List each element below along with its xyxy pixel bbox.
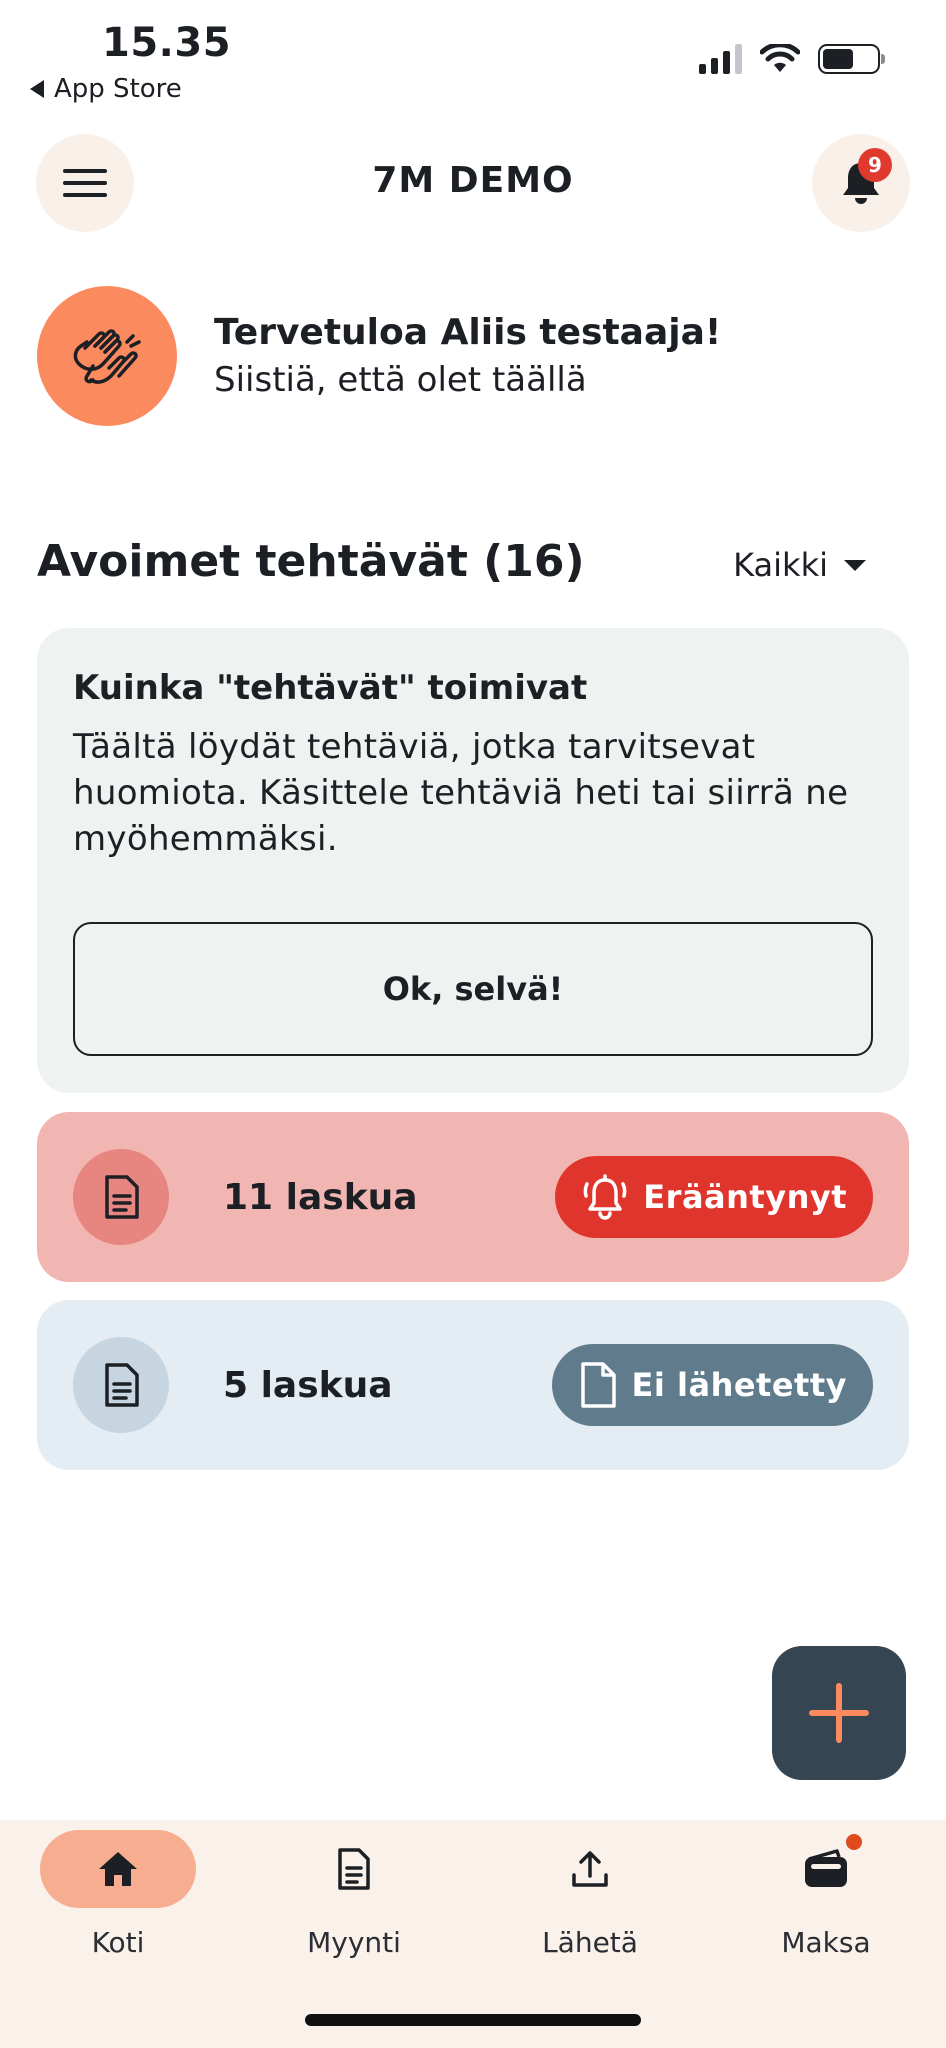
back-to-app-store[interactable]: App Store	[30, 74, 182, 104]
home-icon	[99, 1852, 137, 1886]
document-icon	[338, 1848, 370, 1890]
tasks-info-card: Kuinka "tehtävät" toimivat Täältä löydät…	[37, 628, 909, 1093]
status-badge-overdue: Erääntynyt	[555, 1156, 873, 1238]
welcome-title: Tervetuloa Aliis testaaja!	[214, 312, 722, 353]
nav-label: Koti	[91, 1926, 145, 1959]
nav-item-laheta[interactable]: Lähetä	[472, 1830, 708, 1959]
nav-label: Lähetä	[542, 1926, 638, 1959]
cellular-signal-icon	[699, 44, 742, 74]
status-badge-unsent: Ei lähetetty	[551, 1344, 873, 1426]
document-icon	[580, 1362, 616, 1408]
task-filter-dropdown[interactable]: Kaikki	[733, 546, 866, 584]
open-tasks-heading: Avoimet tehtävät (16)	[37, 536, 585, 587]
app-title: 7M DEMO	[372, 160, 574, 201]
task-row-unsent[interactable]: 5 laskua Ei lähetetty	[37, 1300, 909, 1470]
nav-label: Maksa	[781, 1926, 871, 1959]
task-row-overdue[interactable]: 11 laskua Erääntynyt	[37, 1112, 909, 1282]
back-label: App Store	[54, 74, 182, 104]
plus-icon	[809, 1683, 869, 1743]
ok-got-it-button[interactable]: Ok, selvä!	[73, 922, 873, 1056]
notification-dot	[846, 1834, 862, 1850]
battery-icon	[818, 44, 885, 74]
info-card-text: Täältä löydät tehtäviä, jotka tarvitseva…	[73, 727, 849, 859]
wifi-icon	[760, 44, 800, 72]
document-icon	[105, 1175, 139, 1219]
welcome-subtitle: Siistiä, että olet täällä	[214, 360, 587, 400]
caret-down-icon	[844, 559, 866, 571]
nav-label: Myynti	[307, 1926, 401, 1959]
add-button[interactable]	[772, 1646, 906, 1780]
status-label: Erääntynyt	[643, 1178, 847, 1216]
upload-icon	[572, 1851, 608, 1887]
task-count-label: 11 laskua	[223, 1176, 418, 1218]
info-card-title: Kuinka "tehtävät" toimivat	[73, 668, 588, 708]
nav-item-koti[interactable]: Koti	[0, 1830, 236, 1959]
invoice-icon-circle	[73, 1149, 169, 1245]
alarm-bell-icon	[583, 1174, 627, 1220]
welcome-avatar	[37, 286, 177, 426]
document-icon	[105, 1363, 139, 1407]
back-arrow-icon	[30, 80, 44, 98]
home-indicator	[305, 2014, 641, 2026]
status-label: Ei lähetetty	[631, 1366, 847, 1404]
clapping-hands-icon	[73, 329, 141, 384]
wallet-icon	[805, 1849, 847, 1887]
status-time: 15.35	[102, 20, 232, 66]
nav-item-maksa[interactable]: Maksa	[708, 1830, 944, 1959]
nav-item-myynti[interactable]: Myynti	[236, 1830, 472, 1959]
notification-badge: 9	[858, 148, 892, 182]
filter-label: Kaikki	[733, 546, 828, 584]
status-icons	[699, 44, 885, 74]
notifications-button[interactable]: 9	[812, 134, 910, 232]
invoice-icon-circle	[73, 1337, 169, 1433]
task-count-label: 5 laskua	[223, 1364, 393, 1406]
